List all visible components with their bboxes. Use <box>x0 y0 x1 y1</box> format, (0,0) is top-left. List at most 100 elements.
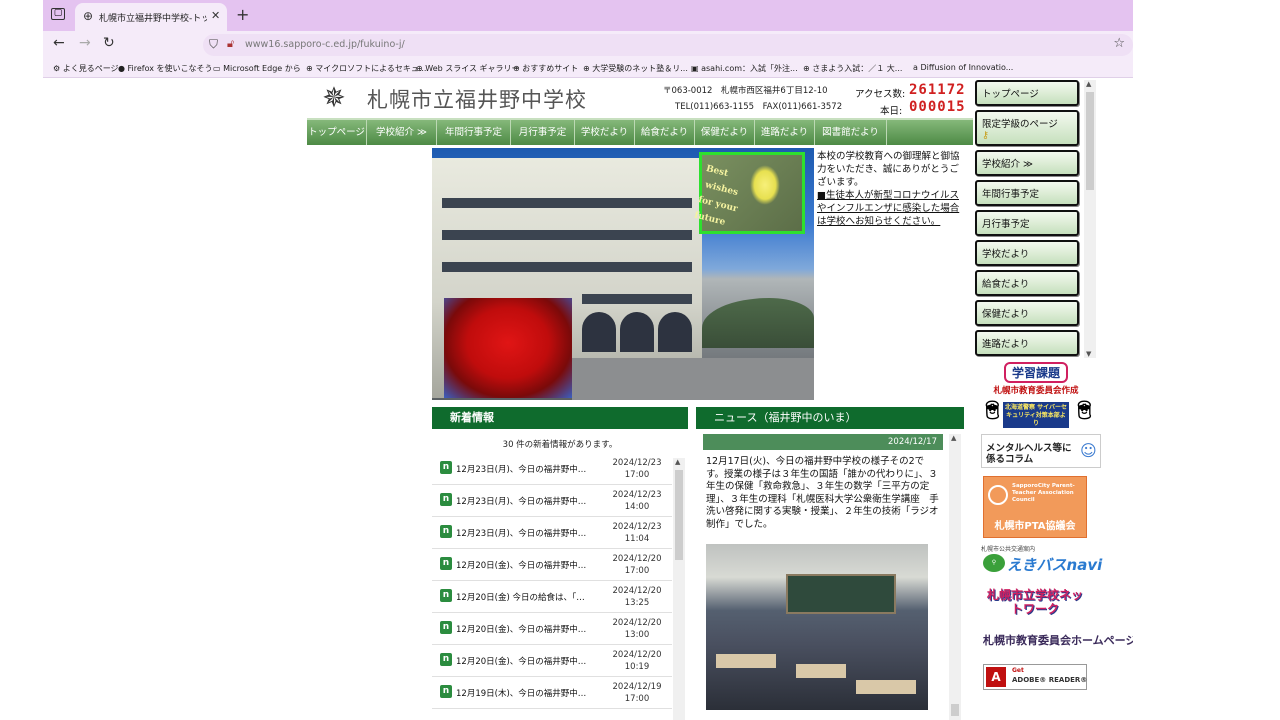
active-tab[interactable]: ⊕ 札幌市立福井野中学校-トップペ ✕ <box>75 3 227 31</box>
news-item[interactable]: n 12月23日(月)、今日の福井野中… 2024/12/23 11:04 <box>432 517 672 549</box>
news-item[interactable]: n 12月23日(月)、今日の福井野中… 2024/12/23 17:00 <box>432 453 672 485</box>
bookmark-item[interactable]: ▭ Microsoft Edge から <box>213 63 301 74</box>
bookmark-item[interactable]: ⊕ おすすめサイト <box>513 63 578 74</box>
bus-icon: ⚲ <box>983 554 1005 572</box>
new-badge-icon: n <box>440 493 452 506</box>
scroll-down-icon[interactable]: ▼ <box>1086 350 1091 358</box>
bookmark-item[interactable]: ⊕ 大学受験のネット塾＆リ... <box>583 63 688 74</box>
bookmark-star-icon[interactable]: ☆ <box>1113 36 1125 51</box>
pta-banner[interactable]: SapporoCity Parent-Teacher Association C… <box>983 476 1087 538</box>
news-item[interactable]: n 12月20日(金)、今日の福井野中… 2024/12/20 13:00 <box>432 613 672 645</box>
browser-window: ▢ ⊕ 札幌市立福井野中学校-トップペ ✕ + ← → ↻ ⛉ 🔓︎ www16… <box>43 0 1133 720</box>
browser-toolbar: ← → ↻ ⛉ 🔓︎ www16.sapporo-c.ed.jp/fukuino… <box>43 31 1133 58</box>
gnav-annual[interactable]: 年間行事予定 <box>437 120 511 145</box>
new-badge-icon: n <box>440 461 452 474</box>
post-heading: ニュース（福井野中のいま） <box>696 407 964 429</box>
news-item[interactable]: n 12月20日(金)、今日の福井野中… 2024/12/20 17:00 <box>432 549 672 581</box>
scroll-up-icon[interactable]: ▲ <box>1086 80 1091 88</box>
new-badge-icon: n <box>440 621 452 634</box>
blackboard <box>786 574 896 614</box>
gnav-library[interactable]: 図書館だより <box>815 120 887 145</box>
bookmark-item[interactable]: a Diffusion of Innovatio... <box>913 63 1013 72</box>
side-nav-lunch[interactable]: 給食だより <box>975 270 1079 296</box>
mental-health-banner[interactable]: メンタルヘルス等に係るコラム ☺ <box>981 434 1101 468</box>
scroll-thumb[interactable] <box>1086 92 1094 190</box>
classroom-photo <box>706 544 928 710</box>
post-scrollbar[interactable]: ▲ <box>949 434 961 720</box>
news-list: n 12月23日(月)、今日の福井野中… 2024/12/23 17:00 n 12月2… <box>432 453 672 720</box>
news-heading: 新着情報 <box>432 407 688 429</box>
news-item[interactable]: n 12月20日(金)、今日の福井野中… 2024/12/20 10:19 <box>432 645 672 677</box>
tab-bar: ▢ ⊕ 札幌市立福井野中学校-トップペ ✕ + <box>43 0 1133 31</box>
side-nav-annual[interactable]: 年間行事予定 <box>975 180 1079 206</box>
forward-icon[interactable]: → <box>79 35 91 51</box>
access-count-label: アクセス数: <box>855 89 906 100</box>
new-badge-icon: n <box>440 589 452 602</box>
bookmarks-bar: ⚙ よく見るページ ● Firefox を使いこなそう ▭ Microsoft … <box>43 58 1133 78</box>
new-badge-icon: n <box>440 653 452 666</box>
side-nav-top[interactable]: トップページ <box>975 80 1079 106</box>
scroll-up-icon[interactable]: ▲ <box>675 458 680 466</box>
access-counter: 261172 <box>909 82 966 98</box>
bookmark-item[interactable]: ● Firefox を使いこなそう <box>118 63 213 74</box>
news-item[interactable]: n 12月23日(月)、今日の福井野中… 2024/12/23 14:00 <box>432 485 672 517</box>
new-badge-icon: n <box>440 525 452 538</box>
intro-text: 本校の学校教育への御理解と御協力をいただき、誠にありがとうございます。 ■生徒本… <box>817 150 967 228</box>
police-icon: 👮︎ <box>981 400 1004 421</box>
post-date: 2024/12/17 <box>703 434 943 450</box>
site-header: ✵ 札幌市立福井野中学校 〒063-0012 札幌市西区福井6丁目12-10 T… <box>307 78 973 118</box>
globe-icon: ⊕ <box>83 9 94 23</box>
news-scrollbar[interactable]: ▲ <box>673 458 685 720</box>
side-nav-monthly[interactable]: 月行事予定 <box>975 210 1079 236</box>
gnav-monthly[interactable]: 月行事予定 <box>511 120 575 145</box>
scroll-thumb[interactable] <box>951 704 959 716</box>
school-emblem-icon: ✵ <box>322 81 346 114</box>
today-counter: 000015 <box>909 99 966 115</box>
side-nav-health[interactable]: 保健だより <box>975 300 1079 326</box>
cyber-banner[interactable]: 👮︎ 北海道警察 サイバーセキュリティ対策本部より 👮︎ <box>981 398 1099 432</box>
side-nav-scrollbar[interactable]: ▲ ▼ <box>1084 80 1096 358</box>
school-building-photo: Best wishes for your future <box>432 148 814 400</box>
side-nav-limited-class[interactable]: 限定学級のページ ⚷ <box>975 110 1079 146</box>
new-tab-button[interactable]: + <box>236 5 249 24</box>
address-bar[interactable]: ⛉ 🔓︎ www16.sapporo-c.ed.jp/fukuino-j/ ☆ <box>203 34 1133 56</box>
shield-icon[interactable]: ⛉ <box>209 37 218 52</box>
education-board-banner[interactable]: 札幌市教育委員会ホームページ <box>983 632 1133 648</box>
adobe-reader-banner[interactable]: A Get ADOBE® READER® <box>983 664 1087 690</box>
global-navigation: トップページ 学校紹介 ≫ 年間行事予定 月行事予定 学校だより 給食だより 保… <box>307 118 973 145</box>
new-badge-icon: n <box>440 685 452 698</box>
side-nav-school-news[interactable]: 学校だより <box>975 240 1079 266</box>
news-item[interactable]: n 12月19日(木)、今日の福井野中… 2024/12/19 17:00 <box>432 677 672 709</box>
gnav-career[interactable]: 進路だより <box>755 120 815 145</box>
school-phone: TEL(011)663-1155 FAX(011)661-3572 <box>675 102 843 112</box>
bookmark-item[interactable]: ▣ asahi.com：入試「外注... <box>691 63 798 74</box>
school-network-banner[interactable]: 札幌市立学校ネットワーク <box>983 588 1087 622</box>
news-item[interactable]: n 12月20日(金) 今日の給食は、「… 2024/12/20 13:25 <box>432 581 672 613</box>
intro-lead: 本校の学校教育への御理解と御協力をいただき、誠にありがとうございます。 <box>817 151 960 188</box>
gnav-lunch[interactable]: 給食だより <box>635 120 695 145</box>
bookmark-item[interactable]: ⊕ Web スライス ギャラリー <box>416 63 520 74</box>
bookmark-item[interactable]: ⊕ さまよう入試：／１ 大... <box>803 63 902 74</box>
red-maple-photo <box>444 298 572 398</box>
bookmark-item[interactable]: ⚙ よく見るページ <box>53 63 119 74</box>
gnav-health[interactable]: 保健だより <box>695 120 755 145</box>
web-page: ✵ 札幌市立福井野中学校 〒063-0012 札幌市西区福井6丁目12-10 T… <box>43 78 1133 720</box>
bookmark-item[interactable]: ⊕ マイクロソフトによるセキュ... <box>306 63 426 74</box>
gnav-top[interactable]: トップページ <box>307 120 367 145</box>
url-text[interactable]: www16.sapporo-c.ed.jp/fukuino-j/ <box>245 39 405 50</box>
close-icon[interactable]: ✕ <box>211 9 220 22</box>
reload-icon[interactable]: ↻ <box>103 35 115 51</box>
infection-notice-link[interactable]: ■生徒本人が新型コロナウイルスやインフルエンザに感染した場合は学校へお知らせくだ… <box>817 189 967 228</box>
tab-list-icon[interactable]: ▢ <box>51 8 65 20</box>
ekibus-banner[interactable]: 札幌市公共交通案内 ⚲ えきバスnavi <box>981 544 1102 578</box>
gakushu-banner[interactable]: 学習課題 札幌市教育委員会作成 <box>981 362 1091 396</box>
school-name: 札幌市立福井野中学校 <box>367 88 587 112</box>
back-icon[interactable]: ← <box>53 35 65 51</box>
gnav-school-news[interactable]: 学校だより <box>575 120 635 145</box>
gnav-about[interactable]: 学校紹介 ≫ <box>367 120 437 145</box>
side-nav-about[interactable]: 学校紹介 ≫ <box>975 150 1079 176</box>
side-nav-career[interactable]: 進路だより <box>975 330 1079 356</box>
insecure-lock-icon[interactable]: 🔓︎ <box>227 37 234 51</box>
scroll-up-icon[interactable]: ▲ <box>951 434 956 442</box>
scroll-thumb[interactable] <box>675 470 683 560</box>
